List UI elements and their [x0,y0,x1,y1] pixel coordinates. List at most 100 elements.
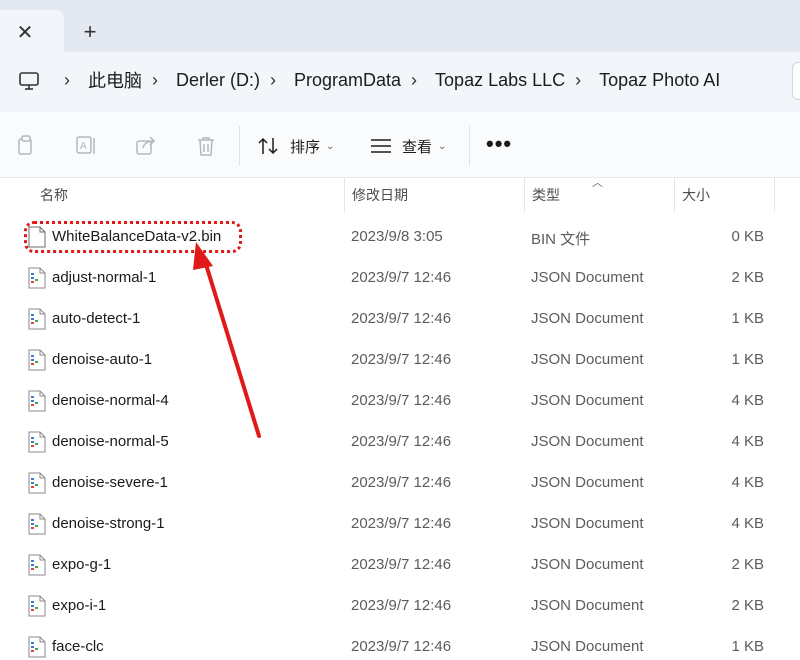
file-row[interactable]: auto-detect-1 2023/9/7 12:46 JSON Document… [0,299,800,340]
file-size: 2 KB [731,269,764,286]
file-type: JSON Document [531,433,644,450]
file-modified-date: 2023/9/7 12:46 [351,269,452,286]
file-name: adjust-normal-1 [52,269,157,286]
file-size: 4 KB [731,392,764,409]
tab-strip: ✕ + [0,0,800,52]
file-name: denoise-strong-1 [52,515,165,532]
json-file-icon [28,349,46,371]
breadcrumb-separator[interactable]: › [575,70,581,91]
file-type: JSON Document [531,269,644,286]
sort-button[interactable]: 排序 ⌄ [258,130,334,162]
sort-ascending-icon: ︿ [592,177,603,189]
command-divider [239,126,240,166]
file-modified-date: 2023/9/7 12:46 [351,433,452,450]
file-row[interactable]: adjust-normal-1 2023/9/7 12:46 JSON Docume… [0,258,800,299]
more-icon[interactable]: ••• [486,133,512,155]
file-modified-date: 2023/9/7 12:46 [351,310,452,327]
new-tab-icon[interactable]: + [78,19,102,45]
json-file-icon [28,308,46,330]
file-name: expo-i-1 [52,597,107,614]
file-name: denoise-normal-4 [52,392,169,409]
column-name-header[interactable]: 名称 [32,178,344,214]
this-pc-icon[interactable] [18,70,40,92]
file-modified-date: 2023/9/7 12:46 [351,515,452,532]
chevron-down-icon: ⌄ [326,140,335,152]
file-size: 4 KB [731,474,764,491]
address-bar: › 此电脑 › Derler (D:) › ProgramData › Topa… [0,52,800,112]
file-size: 4 KB [731,515,764,532]
json-file-icon [28,554,46,576]
file-size: 1 KB [731,351,764,368]
file-row[interactable]: denoise-severe-1 2023/9/7 12:46 JSON Docum… [0,463,800,504]
sort-label: 排序 [290,138,321,156]
file-row[interactable]: expo-g-1 2023/9/7 12:46 JSON Document 2 KB [0,545,800,586]
file-type: JSON Document [531,392,644,409]
file-name: denoise-normal-5 [52,433,169,450]
breadcrumb-separator[interactable]: › [152,70,158,91]
file-size: 0 KB [731,228,764,245]
rename-icon[interactable]: A [74,134,98,158]
breadcrumb-programdata[interactable]: ProgramData [294,70,401,91]
file-type: JSON Document [531,638,644,655]
breadcrumb-drive-d[interactable]: Derler (D:) [176,70,260,91]
svg-text:A: A [80,141,87,152]
file-name: expo-g-1 [52,556,112,573]
chevron-down-icon: ⌄ [438,140,447,152]
file-type: JSON Document [531,515,644,532]
file-type: JSON Document [531,351,644,368]
breadcrumb-this-pc[interactable]: 此电脑 [88,67,142,93]
file-modified-date: 2023/9/7 12:46 [351,638,452,655]
file-size: 2 KB [731,597,764,614]
file-modified-date: 2023/9/7 12:46 [351,392,452,409]
active-tab[interactable]: ✕ [0,10,64,52]
breadcrumb-separator[interactable]: › [64,70,70,91]
view-button[interactable]: 查看 ⌄ [370,130,446,162]
json-file-icon [28,513,46,535]
file-row[interactable]: denoise-strong-1 2023/9/7 12:46 JSON Docum… [0,504,800,545]
file-row[interactable]: denoise-auto-1 2023/9/7 12:46 JSON Documen… [0,340,800,381]
file-row[interactable]: denoise-normal-4 2023/9/7 12:46 JSON Docum… [0,381,800,422]
share-icon[interactable] [134,134,158,158]
file-row[interactable]: face-clc 2023/9/7 12:46 JSON Document 1 KB [0,627,800,660]
file-type: JSON Document [531,310,644,327]
command-divider [469,126,470,166]
breadcrumb-separator[interactable]: › [270,70,276,91]
view-label: 查看 [402,138,433,156]
copy-icon[interactable] [14,134,38,158]
command-bar: A 排序 ⌄ 查看 ⌄ ••• [0,112,800,178]
column-modified-header[interactable]: 修改日期 [344,178,524,214]
delete-icon[interactable] [194,134,218,158]
breadcrumb-topaz-labs[interactable]: Topaz Labs LLC [435,70,565,91]
close-tab-icon[interactable]: ✕ [14,21,36,44]
file-modified-date: 2023/9/8 3:05 [351,228,443,245]
breadcrumb-topaz-photo-ai[interactable]: Topaz Photo AI [599,70,720,91]
json-file-icon [28,267,46,289]
file-type: JSON Document [531,556,644,573]
file-size: 4 KB [731,433,764,450]
file-row[interactable]: denoise-normal-5 2023/9/7 12:46 JSON Docum… [0,422,800,463]
file-name: denoise-severe-1 [52,474,168,491]
file-row[interactable]: expo-i-1 2023/9/7 12:46 JSON Document 2 KB [0,586,800,627]
breadcrumb-separator[interactable]: › [411,70,417,91]
view-icon [371,139,391,153]
column-divider[interactable] [774,178,775,212]
file-modified-date: 2023/9/7 12:46 [351,597,452,614]
json-file-icon [28,390,46,412]
file-name: face-clc [52,638,104,655]
file-modified-date: 2023/9/7 12:46 [351,556,452,573]
file-modified-date: 2023/9/7 12:46 [351,351,452,368]
json-file-icon [28,595,46,617]
file-name: denoise-auto-1 [52,351,153,368]
column-headers: 名称 修改日期 类型 大小 [0,178,800,214]
breadcrumb: › 此电脑 › Derler (D:) › ProgramData › Topa… [58,52,724,108]
json-file-icon [28,636,46,658]
file-type: BIN 文件 [531,231,591,248]
column-size-header[interactable]: 大小 [674,178,774,214]
file-modified-date: 2023/9/7 12:46 [351,474,452,491]
file-type: JSON Document [531,597,644,614]
file-list: WhiteBalanceData-v2.bin 2023/9/8 3:05 BIN … [0,217,800,660]
file-size: 2 KB [731,556,764,573]
search-box-edge[interactable] [792,62,800,100]
file-size: 1 KB [731,310,764,327]
json-file-icon [28,431,46,453]
